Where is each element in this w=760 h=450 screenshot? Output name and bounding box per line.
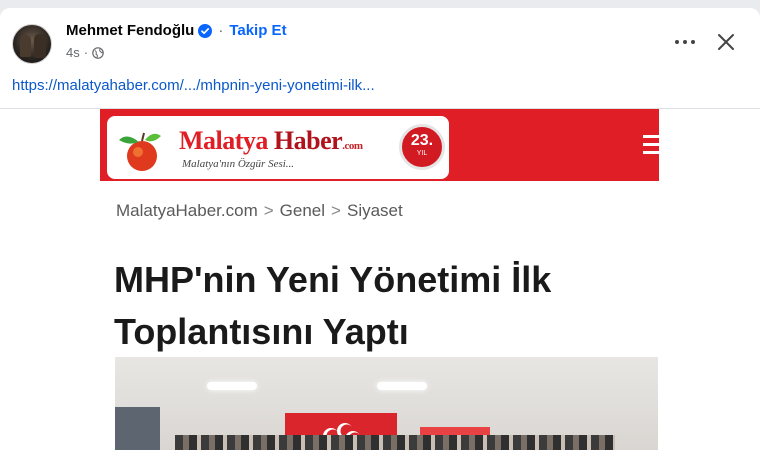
group-of-people (175, 435, 615, 450)
post-card: Mehmet Fendoğlu · Takip Et 4s · https://… (0, 8, 760, 450)
site-name-part1: Malatya (179, 126, 268, 155)
site-banner: Malatya Haber.com Malatya'nın Özgür Sesi… (100, 109, 659, 181)
breadcrumb-item: Siyaset (346, 201, 403, 220)
ceiling-light (377, 382, 427, 390)
post-header: Mehmet Fendoğlu · Takip Et 4s · https://… (0, 8, 760, 108)
avatar-figure (34, 34, 46, 58)
badge-number: 23. (410, 132, 434, 149)
article-screenshot: Malatya Haber.com Malatya'nın Özgür Sesi… (100, 109, 659, 450)
article-photo (115, 357, 658, 450)
globe-icon (92, 46, 104, 59)
site-name-part2: Haber (273, 126, 343, 155)
close-icon[interactable] (712, 28, 740, 56)
ceiling-light (207, 382, 257, 390)
separator-dot: · (218, 22, 224, 39)
author-avatar[interactable] (12, 24, 52, 64)
site-title: Malatya Haber.com (179, 126, 363, 156)
breadcrumb: MalatyaHaber.com > Genel > Siyaset (116, 201, 403, 221)
breadcrumb-separator: > (331, 201, 341, 220)
post-meta: 4s · (66, 45, 104, 60)
post-media[interactable]: Malatya Haber.com Malatya'nın Özgür Sesi… (0, 109, 760, 450)
more-options-icon[interactable] (670, 30, 700, 54)
article-title: MHP'nin Yeni Yönetimi İlk Toplantısını Y… (114, 259, 552, 352)
avatar-figure (20, 35, 31, 57)
verified-badge-icon (198, 23, 213, 38)
anniversary-badge: 23. YIL (399, 124, 445, 170)
meta-separator: · (83, 45, 89, 60)
article-link[interactable]: https://malatyahaber.com/.../mhpnin-yeni… (12, 77, 375, 94)
badge-label: YIL (416, 150, 428, 157)
breadcrumb-item: Genel (279, 201, 326, 220)
breadcrumb-item: MalatyaHaber.com (116, 201, 258, 220)
breadcrumb-separator: > (263, 201, 274, 220)
site-slogan: Malatya'nın Özgür Sesi... (182, 158, 295, 170)
follow-button[interactable]: Takip Et (229, 22, 286, 39)
site-tld: .com (342, 140, 363, 152)
post-time[interactable]: 4s (66, 45, 80, 60)
site-logo: Malatya Haber.com Malatya'nın Özgür Sesi… (107, 116, 449, 179)
author-row: Mehmet Fendoğlu · Takip Et (66, 22, 287, 39)
hamburger-menu-icon (643, 135, 659, 155)
window-dark (115, 407, 160, 450)
apricot-logo-icon (119, 132, 161, 171)
author-name[interactable]: Mehmet Fendoğlu (66, 22, 194, 39)
